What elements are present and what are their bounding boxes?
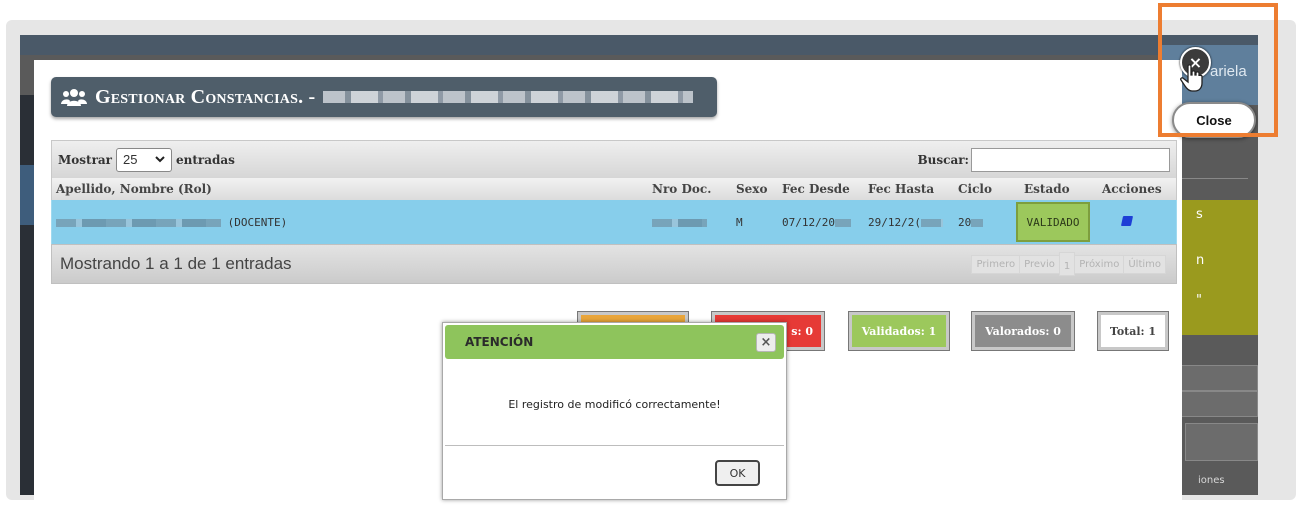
background-sidebar [20,95,34,495]
stat-validados: Validados: 1 [849,312,949,350]
table-info: Mostrando 1 a 1 de 1 entradas [60,254,292,273]
column-header-estado[interactable]: Estado [1020,182,1098,196]
cell-estado: VALIDADO [1016,202,1096,242]
cell-fec-hasta: 29/12/2( [864,216,954,229]
column-header-sexo[interactable]: Sexo [732,182,778,196]
dialog-divider [445,445,784,446]
cell-fec-desde-value: 07/12/20 [782,215,835,229]
table-footer: Mostrando 1 a 1 de 1 entradas Primero Pr… [51,244,1177,284]
annotation-highlight-box [1158,3,1278,137]
chevron-down-icon [155,156,165,163]
status-badge: VALIDADO [1016,202,1090,242]
length-prefix-label: Mostrar [58,152,113,167]
pager-next-button[interactable]: Próximo [1074,254,1125,274]
cell-fec-hasta-value: 29/12/2( [868,215,921,229]
pager-page-1-button[interactable]: 1 [1058,252,1076,276]
modal-title-redacted [323,91,694,103]
pagination: Primero Previo 1 Próximo Último [971,252,1166,276]
length-suffix-label: entradas [176,152,235,167]
alert-dialog: ATENCIÓN × El registro de modificó corre… [442,322,787,500]
pager-previous-button[interactable]: Previo [1019,254,1060,274]
cell-doc [648,216,732,229]
background-topbar [20,35,1258,55]
column-header-fec-hasta[interactable]: Fec Hasta [864,182,954,196]
column-header-fec-desde[interactable]: Fec Desde [778,182,864,196]
cell-name: (DOCENTE) [52,216,648,229]
column-header-acciones: Acciones [1102,182,1162,196]
background-notice-line-2: n [1196,253,1205,268]
cell-sexo: M [736,215,743,229]
search-input[interactable] [971,147,1170,172]
column-header-name[interactable]: Apellido, Nombre (Rol) [52,182,648,196]
ok-button[interactable]: OK [715,460,760,486]
table-row[interactable]: (DOCENTE) M 07/12/20 29/12/2( 20 VALIDAD… [51,200,1177,244]
modal-title-bar: Gestionar Constancias. - [51,77,717,117]
background-actions-label: iones [1198,475,1225,486]
table-toolbar: Mostrar 25 entradas Buscar: [51,140,1177,178]
redacted-doc [652,218,707,227]
background-notice-line-3: " [1196,293,1202,308]
dialog-header: ATENCIÓN × [445,325,784,359]
stat-valorados: Valorados: 0 [972,312,1074,350]
page-length-value: 25 [123,152,138,167]
users-icon [61,89,87,106]
dialog-close-button[interactable]: × [756,333,776,352]
background-notice-line-1: s [1196,207,1203,222]
cell-ciclo: 20 [954,216,1016,229]
table-header: Apellido, Nombre (Rol) Nro Doc. Sexo Fec… [51,178,1177,200]
column-header-ciclo[interactable]: Ciclo [954,182,1020,196]
dialog-title: ATENCIÓN [465,335,534,349]
search-label: Buscar: [917,152,969,167]
cell-role: (DOCENTE) [227,215,288,229]
background-input-2 [1170,391,1258,417]
redacted-year [971,218,984,227]
column-header-doc[interactable]: Nro Doc. [648,182,732,196]
constancias-table: Mostrar 25 entradas Buscar: Apellido, No… [51,140,1177,284]
background-input-1 [1170,365,1258,391]
cell-acciones [1096,215,1166,229]
background-input-3 [1185,423,1258,461]
pager-first-button[interactable]: Primero [971,254,1021,274]
close-icon: × [760,335,772,350]
modal-title: Gestionar Constancias. - [95,85,316,108]
background-sidebar-item [20,165,34,225]
cell-ciclo-value: 20 [958,215,972,229]
page-length-select[interactable]: 25 [116,147,173,172]
redacted-date [834,218,851,227]
book-icon[interactable] [1120,215,1134,226]
redacted-name [56,218,221,227]
background-notice-panel [1172,200,1258,335]
dialog-message: El registro de modificó correctamente! [508,398,721,411]
redacted-date [920,218,943,227]
pager-last-button[interactable]: Último [1123,254,1166,274]
cell-fec-desde: 07/12/20 [778,216,864,229]
stat-total: Total: 1 [1098,312,1168,350]
